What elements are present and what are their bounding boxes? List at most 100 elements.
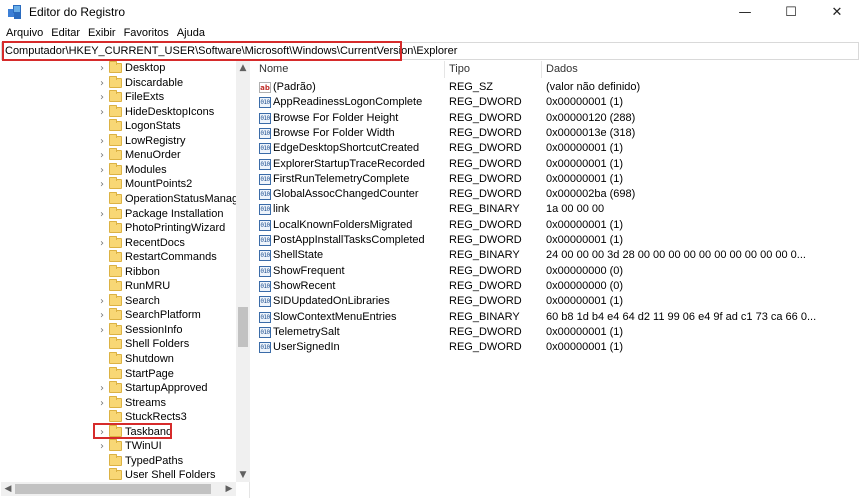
value-row[interactable]: 010 ExplorerStartupTraceRecorded REG_DWORD…	[255, 157, 855, 172]
expand-chevron-icon[interactable]: ›	[97, 163, 107, 178]
value-data: 0x00000001 (1)	[546, 295, 624, 308]
expand-chevron-icon[interactable]: ›	[97, 148, 107, 163]
expand-chevron-icon[interactable]: ›	[97, 323, 107, 338]
expand-chevron-icon[interactable]: ›	[97, 236, 107, 251]
value-row[interactable]: 010 ShowRecent REG_DWORD 0x00000000 (0)	[255, 279, 855, 294]
tree-item-photoprintingwizard[interactable]: PhotoPrintingWizard	[1, 221, 236, 236]
value-row[interactable]: 010 ShowFrequent REG_DWORD 0x00000000 (0)	[255, 264, 855, 279]
binary-value-icon: 010	[259, 235, 271, 246]
close-button[interactable]: ✕	[814, 0, 860, 24]
binary-value-icon: 010	[259, 280, 271, 292]
expand-chevron-icon[interactable]: ›	[97, 308, 107, 323]
tree-item-menuorder[interactable]: › MenuOrder	[1, 148, 236, 163]
tree-item-ribbon[interactable]: Ribbon	[1, 264, 236, 280]
value-name: EdgeDesktopShortcutCreated	[273, 142, 420, 155]
expand-chevron-icon[interactable]: ›	[97, 381, 107, 396]
expand-chevron-icon[interactable]: ›	[97, 439, 107, 454]
menu-ajuda[interactable]: Ajuda	[173, 27, 209, 39]
value-row[interactable]: 010 SlowContextMenuEntries REG_BINARY 60 b8…	[255, 310, 855, 325]
expand-chevron-icon[interactable]: ›	[97, 396, 107, 411]
tree-item-startupapproved[interactable]: › StartupApproved	[1, 381, 236, 396]
value-row[interactable]: 010 Browse For Folder Width REG_DWORD 0x000…	[255, 126, 855, 141]
folder-icon	[109, 439, 122, 452]
tree-item-package-installation[interactable]: › Package Installation	[1, 206, 236, 222]
tree-item-twinui[interactable]: › TWinUI	[1, 439, 236, 454]
tree-item-logonstats[interactable]: LogonStats	[1, 119, 236, 134]
menu-editar[interactable]: Editar	[47, 27, 84, 39]
column-header-data[interactable]: Dados	[542, 61, 855, 78]
tree-item-desktop[interactable]: › Desktop	[1, 61, 236, 76]
expand-chevron-icon[interactable]: ›	[97, 76, 107, 91]
tree-item-recentdocs[interactable]: › RecentDocs	[1, 235, 236, 251]
value-row[interactable]: 010 GlobalAssocChangedCounter REG_DWORD 0x0…	[255, 187, 855, 202]
menu-arquivo[interactable]: Arquivo	[2, 27, 47, 39]
expand-chevron-icon[interactable]: ›	[97, 177, 107, 192]
title-bar: Editor do Registro — ☐ ✕	[0, 0, 860, 24]
menu-exibir[interactable]: Exibir	[84, 27, 120, 39]
tree-item-startpage[interactable]: StartPage	[1, 366, 236, 382]
tree-item-operationstatusmanager[interactable]: OperationStatusManager	[1, 191, 248, 207]
value-row[interactable]: 010 LocalKnownFoldersMigrated REG_DWORD 0x0…	[255, 218, 855, 233]
value-name: TelemetrySalt	[273, 325, 340, 338]
value-data: 24 00 00 00 3d 28 00 00 00 00 00 00 00 0…	[546, 249, 806, 262]
tree-item-discardable[interactable]: › Discardable	[1, 75, 236, 91]
value-row[interactable]: 010 link REG_BINARY 1a 00 00 00	[255, 202, 855, 217]
value-row[interactable]: 010 TelemetrySalt REG_DWORD 0x00000001 (1)	[255, 325, 855, 340]
maximize-button[interactable]: ☐	[768, 0, 814, 24]
folder-icon	[109, 206, 122, 219]
expand-chevron-icon[interactable]: ›	[97, 134, 107, 149]
scroll-thumb[interactable]	[238, 307, 248, 347]
tree-item-fileexts[interactable]: › FileExts	[1, 90, 236, 105]
tree-horizontal-scrollbar[interactable]: ◀ ▶	[1, 482, 236, 496]
tree-item-label: RestartCommands	[125, 251, 217, 264]
menu-favoritos[interactable]: Favoritos	[120, 27, 173, 39]
tree-item-mountpoints2[interactable]: › MountPoints2	[1, 177, 236, 192]
tree-item-typedpaths[interactable]: TypedPaths	[1, 453, 236, 469]
scroll-down-arrow-icon[interactable]: ▼	[236, 468, 250, 482]
expand-chevron-icon[interactable]: ›	[97, 105, 107, 120]
value-type: REG_BINARY	[449, 310, 520, 323]
tree-item-shell-folders[interactable]: Shell Folders	[1, 337, 236, 352]
tree-item-sessioninfo[interactable]: › SessionInfo	[1, 322, 236, 338]
value-name: AppReadinessLogonComplete	[273, 96, 423, 109]
expand-chevron-icon[interactable]: ›	[97, 207, 107, 222]
value-row[interactable]: 010 EdgeDesktopShortcutCreated REG_DWORD 0x…	[255, 141, 855, 156]
scroll-left-arrow-icon[interactable]: ◀	[1, 482, 15, 496]
value-row[interactable]: ab (Padrão) REG_SZ (valor não definido)	[255, 80, 855, 95]
tree-item-search[interactable]: › Search	[1, 293, 236, 309]
tree-item-label: Package Installation	[125, 207, 224, 220]
scroll-thumb-horizontal[interactable]	[15, 484, 211, 494]
value-row[interactable]: 010 ShellState REG_BINARY 24 00 00 00 3d 28…	[255, 248, 855, 263]
value-row[interactable]: 010 UserSignedIn REG_DWORD 0x00000001 (1)	[255, 340, 855, 355]
value-row[interactable]: 010 PostAppInstallTasksCompleted REG_DWORD…	[255, 233, 855, 248]
tree-item-streams[interactable]: › Streams	[1, 395, 236, 411]
expand-chevron-icon[interactable]: ›	[97, 294, 107, 309]
column-header-name[interactable]: Nome	[255, 61, 445, 78]
value-row[interactable]: 010 Browse For Folder Height REG_DWORD 0x00…	[255, 111, 855, 126]
tree-item-searchplatform[interactable]: › SearchPlatform	[1, 308, 236, 323]
tree-item-modules[interactable]: › Modules	[1, 162, 236, 178]
minimize-button[interactable]: —	[722, 0, 768, 24]
tree-vertical-scrollbar[interactable]: ▲ ▼	[236, 61, 250, 482]
values-list[interactable]: Nome Tipo Dados ab (Padrão) REG_SZ (valor n…	[255, 61, 860, 498]
value-data: 0x00000001 (1)	[546, 157, 624, 170]
expand-chevron-icon[interactable]: ›	[97, 90, 107, 105]
scroll-up-arrow-icon[interactable]: ▲	[236, 61, 250, 75]
folder-icon	[109, 410, 122, 423]
tree-item-label: Streams	[125, 396, 166, 409]
scroll-right-arrow-icon[interactable]: ▶	[222, 482, 236, 496]
binary-value-icon: 010	[259, 143, 271, 155]
value-data: 0x00000001 (1)	[546, 96, 624, 109]
value-row[interactable]: 010 AppReadinessLogonComplete REG_DWORD 0x0…	[255, 95, 855, 110]
value-data: 0x00000001 (1)	[546, 341, 624, 354]
value-row[interactable]: 010 SIDUpdatedOnLibraries REG_DWORD 0x00000…	[255, 294, 855, 309]
tree-item-runmru[interactable]: RunMRU	[1, 279, 236, 294]
expand-chevron-icon[interactable]: ›	[97, 61, 107, 76]
value-row[interactable]: 010 FirstRunTelemetryComplete REG_DWORD 0x0…	[255, 172, 855, 187]
tree-item-restartcommands[interactable]: RestartCommands	[1, 250, 236, 265]
tree-item-lowregistry[interactable]: › LowRegistry	[1, 133, 236, 149]
tree-item-hidedesktopicons[interactable]: › HideDesktopIcons	[1, 104, 236, 120]
column-header-type[interactable]: Tipo	[445, 61, 542, 78]
value-data: 0x000002ba (698)	[546, 188, 636, 201]
tree-item-shutdown[interactable]: Shutdown	[1, 352, 236, 367]
